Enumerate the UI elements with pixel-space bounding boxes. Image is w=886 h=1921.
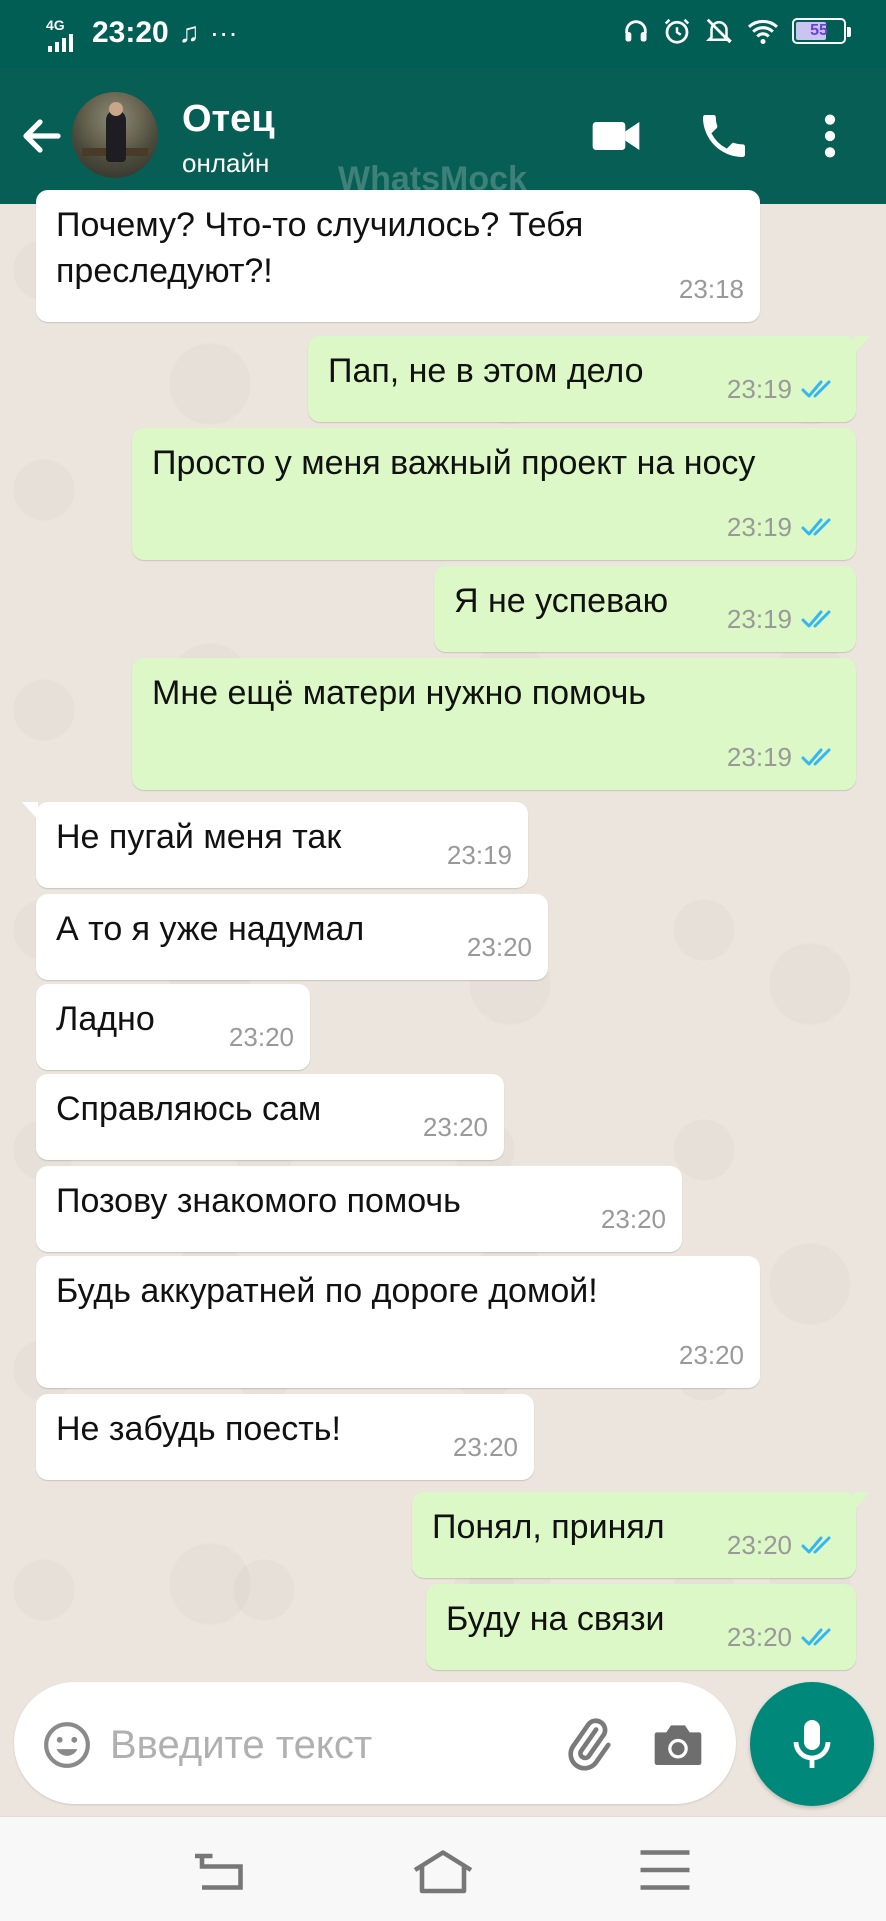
message-input[interactable] xyxy=(108,1718,552,1772)
system-nav-bar xyxy=(0,1816,886,1921)
message-text: Не забудь поесть! xyxy=(56,1410,341,1448)
message-time: 23:20 xyxy=(678,1340,744,1370)
status-right: 55 xyxy=(622,16,851,46)
message-list[interactable]: Почему? Что-то случилось? Тебя преследую… xyxy=(0,190,886,1684)
more-notifications: ··· xyxy=(209,17,238,48)
mic-icon xyxy=(793,1720,831,1768)
message-composer xyxy=(14,1682,736,1804)
message-time: 23:19 xyxy=(726,742,792,772)
double-check-icon xyxy=(801,518,831,536)
message-bubble[interactable]: Мне ещё матери нужно помочь 23:19 xyxy=(132,658,856,790)
status-bar: 4G 23:20 ♫ ··· 55 xyxy=(0,0,886,68)
message-bubble[interactable]: Пап, не в этом дело 23:19 xyxy=(308,336,870,422)
message-text: А то я уже надумал xyxy=(56,910,365,948)
message-time: 23:19 xyxy=(446,840,512,870)
attach-icon[interactable] xyxy=(560,1716,616,1772)
message-bubble[interactable]: Почему? Что-то случилось? Тебя преследую… xyxy=(36,190,760,322)
alarm-icon xyxy=(664,18,690,44)
video-call-icon[interactable] xyxy=(588,108,644,164)
message-time: 23:20 xyxy=(422,1112,488,1142)
contact-status: онлайн xyxy=(182,148,270,178)
message-text: Будь аккуратней по дороге домой! xyxy=(56,1272,598,1310)
menu-icon[interactable] xyxy=(630,1845,700,1895)
message-bubble[interactable]: Не забудь поесть! 23:20 xyxy=(36,1394,534,1480)
message-time: 23:20 xyxy=(726,1530,792,1560)
double-check-icon xyxy=(801,1628,831,1646)
message-text: Позову знакомого помочь xyxy=(56,1182,461,1220)
message-time: 23:20 xyxy=(600,1204,666,1234)
phone-call-icon[interactable] xyxy=(696,108,752,164)
back-arrow-icon[interactable] xyxy=(18,112,66,160)
battery-level: 55 xyxy=(810,22,828,39)
signal-icon: 4G xyxy=(46,14,82,52)
emoji-icon[interactable] xyxy=(42,1720,92,1770)
message-time: 23:19 xyxy=(726,374,792,404)
double-check-icon xyxy=(801,1536,831,1554)
camera-icon[interactable] xyxy=(650,1718,706,1770)
wifi-icon xyxy=(747,19,779,45)
message-text: Почему? Что-то случилось? Тебя преследую… xyxy=(56,206,584,290)
message-time: 23:19 xyxy=(726,604,792,634)
message-bubble[interactable]: Справляюсь сам 23:20 xyxy=(36,1074,504,1160)
message-text: Просто у меня важный проект на носу xyxy=(152,444,756,482)
contact-name[interactable]: Отец xyxy=(182,98,275,141)
message-bubble[interactable]: Позову знакомого помочь 23:20 xyxy=(36,1166,682,1252)
network-type: 4G xyxy=(46,17,65,33)
double-check-icon xyxy=(801,380,831,398)
message-time: 23:20 xyxy=(466,932,532,962)
more-vertical-icon[interactable] xyxy=(802,108,858,164)
message-bubble[interactable]: Будь аккуратней по дороге домой! 23:20 xyxy=(36,1256,760,1388)
message-bubble[interactable]: Не пугай меня так 23:19 xyxy=(22,802,528,888)
battery-icon: 55 xyxy=(792,18,851,44)
message-bubble[interactable]: Буду на связи 23:20 xyxy=(426,1584,856,1670)
clock: 23:20 xyxy=(92,16,169,49)
avatar[interactable] xyxy=(72,92,158,178)
message-text: Мне ещё матери нужно помочь xyxy=(152,674,646,712)
message-bubble[interactable]: А то я уже надумал 23:20 xyxy=(36,894,548,980)
message-bubble[interactable]: Ладно 23:20 xyxy=(36,984,310,1070)
message-bubble[interactable]: Просто у меня важный проект на носу 23:1… xyxy=(132,428,856,560)
home-icon[interactable] xyxy=(408,1845,478,1895)
chat-header: Отец онлайн WhatsMock xyxy=(0,68,886,204)
music-note-icon: ♫ xyxy=(178,17,200,48)
mic-button[interactable] xyxy=(750,1682,874,1806)
double-check-icon xyxy=(801,748,831,766)
back-icon[interactable] xyxy=(188,1845,258,1895)
message-time: 23:20 xyxy=(228,1022,294,1052)
status-left: 4G 23:20 ♫ ··· xyxy=(46,14,238,52)
message-text: Не пугай меня так xyxy=(56,818,342,856)
double-check-icon xyxy=(801,610,831,628)
message-time: 23:20 xyxy=(452,1432,518,1462)
message-time: 23:19 xyxy=(726,512,792,542)
message-time: 23:18 xyxy=(678,274,744,304)
message-bubble[interactable]: Я не успеваю 23:19 xyxy=(434,566,856,652)
headphones-icon xyxy=(625,20,647,42)
message-bubble[interactable]: Понял, принял 23:20 xyxy=(412,1492,870,1578)
message-time: 23:20 xyxy=(726,1622,792,1652)
message-text: Справляюсь сам xyxy=(56,1090,322,1128)
mute-bell-icon xyxy=(705,18,733,44)
